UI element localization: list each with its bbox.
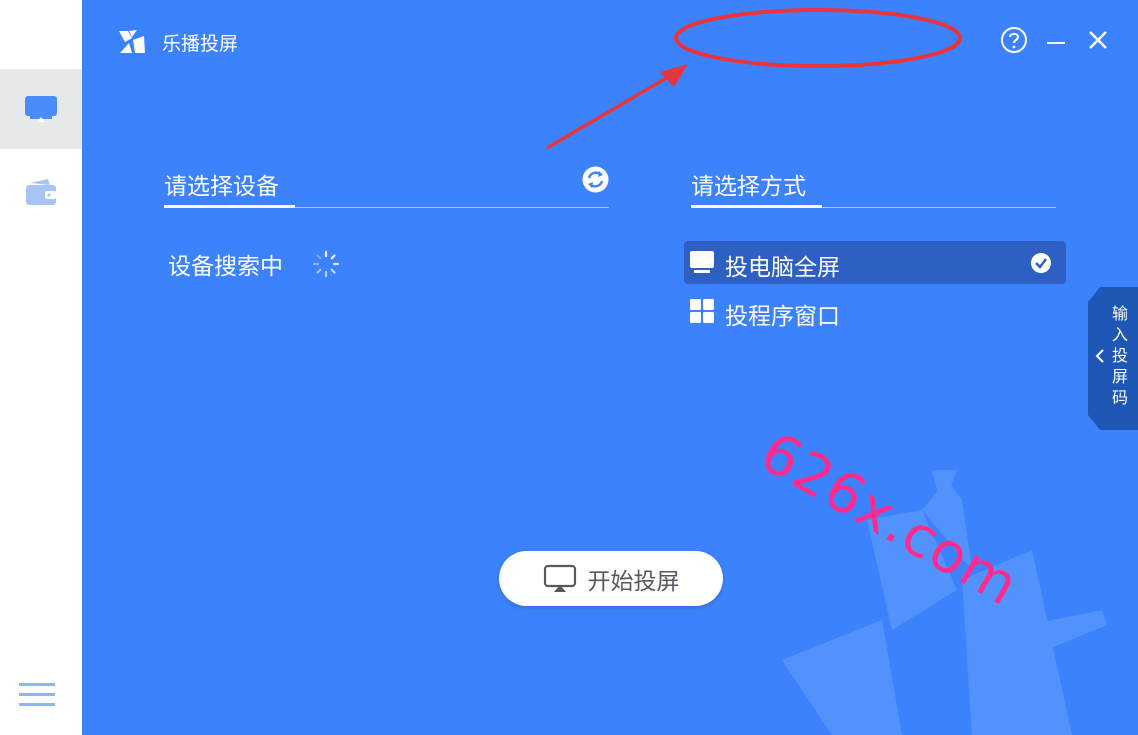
- wallet-icon: [26, 179, 56, 205]
- app-title: 乐播投屏: [162, 33, 239, 55]
- mode-section-title: 请选择方式: [691, 174, 806, 200]
- close-icon[interactable]: [1086, 28, 1110, 52]
- loading-spinner-icon: [312, 250, 340, 278]
- app-logo-icon: [119, 30, 145, 53]
- mode-option-full-screen[interactable]: 投电脑全屏: [684, 241, 1066, 284]
- mode-option-label: 投电脑全屏: [725, 255, 840, 281]
- sidebar-item-wallet[interactable]: [0, 152, 82, 232]
- sidebar-item-screen-cast[interactable]: [0, 69, 82, 149]
- mode-option-app-window[interactable]: 投程序窗口: [684, 290, 1066, 333]
- chevron-left-icon: [1095, 349, 1104, 363]
- menu-icon[interactable]: [19, 682, 55, 708]
- mode-option-label: 投程序窗口: [725, 304, 840, 330]
- mode-section-accent: [691, 205, 822, 208]
- windows-grid-icon: [690, 299, 714, 323]
- help-icon[interactable]: [1000, 26, 1028, 54]
- left-sidebar: [0, 0, 82, 735]
- cast-icon: [543, 564, 576, 592]
- refresh-icon[interactable]: [582, 166, 609, 193]
- start-cast-button[interactable]: 开始投屏: [499, 551, 723, 606]
- check-icon: [1031, 253, 1051, 273]
- minimize-icon[interactable]: [1046, 30, 1066, 52]
- device-section-title: 请选择设备: [164, 174, 279, 200]
- device-section-accent: [164, 205, 295, 208]
- monitor-icon: [690, 251, 714, 273]
- screen-cast-icon: [25, 96, 57, 122]
- main-panel: 乐播投屏 请选择设备 设备搜索中 请选择方式 投电脑全屏 投程序窗口 输入投屏码…: [82, 0, 1138, 735]
- device-search-status: 设备搜索中: [168, 254, 283, 280]
- cast-code-tab-label: 输入投屏码: [1111, 304, 1128, 407]
- start-cast-button-label: 开始投屏: [587, 568, 680, 595]
